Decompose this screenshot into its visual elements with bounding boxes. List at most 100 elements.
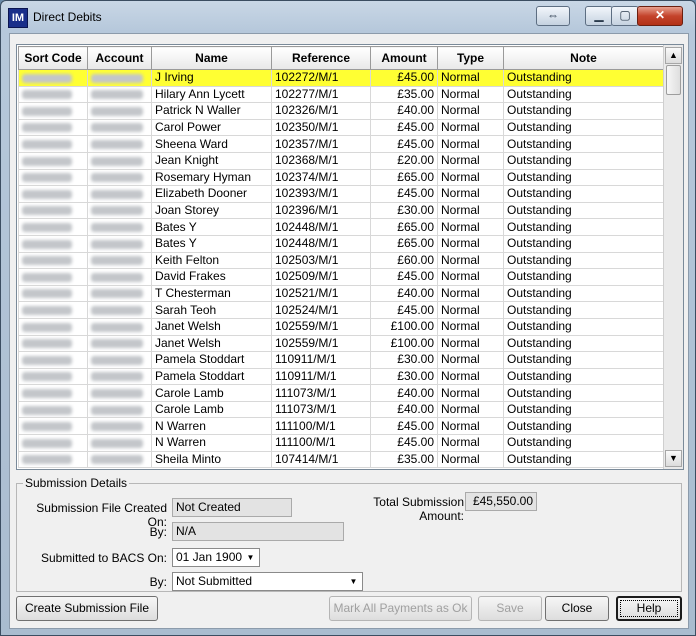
minimize-button[interactable]: ▁ bbox=[585, 6, 613, 26]
note-cell: Outstanding bbox=[503, 268, 664, 286]
column-header-account[interactable]: Account bbox=[87, 46, 152, 70]
sort-code-cell bbox=[18, 69, 88, 87]
create-submission-file-button[interactable]: Create Submission File bbox=[16, 596, 158, 621]
table-row[interactable]: Janet Welsh 102559/M/1 £100.00 Normal Outsta… bbox=[18, 334, 664, 353]
table-row[interactable]: Keith Felton 102503/M/1 £60.00 Normal Outsta… bbox=[18, 251, 664, 270]
amount-cell: £45.00 bbox=[370, 268, 438, 286]
column-header-type[interactable]: Type bbox=[437, 46, 504, 70]
redacted-value bbox=[91, 222, 143, 232]
file-created-field: Not Created bbox=[172, 498, 292, 517]
chevron-down-icon[interactable]: ▼ bbox=[346, 574, 361, 589]
table-row[interactable]: Bates Y 102448/M/1 £65.00 Normal Outstanding bbox=[18, 234, 664, 253]
submitted-on-datepicker[interactable]: 01 Jan 1900 ▼ bbox=[172, 548, 260, 567]
table-row[interactable]: Carol Power 102350/M/1 £45.00 Normal Outstan… bbox=[18, 118, 664, 137]
column-header-sort-code[interactable]: Sort Code bbox=[18, 46, 88, 70]
redacted-value bbox=[22, 339, 72, 349]
note-cell: Outstanding bbox=[503, 317, 664, 336]
account-cell bbox=[87, 102, 152, 120]
table-row[interactable]: T Chesterman 102521/M/1 £40.00 Normal Outsta… bbox=[18, 284, 664, 303]
table-row[interactable]: J Irving 102272/M/1 £45.00 Normal Outstandin… bbox=[18, 69, 664, 87]
table-row[interactable]: Rosemary Hyman 102374/M/1 £65.00 Normal Outs… bbox=[18, 168, 664, 187]
redacted-value bbox=[22, 422, 72, 432]
amount-cell: £30.00 bbox=[370, 367, 438, 386]
chevron-down-icon[interactable]: ▼ bbox=[243, 550, 258, 565]
redacted-value bbox=[22, 206, 72, 216]
redacted-value bbox=[91, 355, 143, 365]
sort-code-cell bbox=[18, 417, 88, 436]
table-row[interactable]: Elizabeth Dooner 102393/M/1 £45.00 Normal Ou… bbox=[18, 185, 664, 203]
scroll-up-arrow-icon[interactable]: ▲ bbox=[665, 47, 682, 64]
reference-cell: 102509/M/1 bbox=[271, 268, 371, 286]
close-icon: ✕ bbox=[654, 8, 666, 22]
submitted-by-dropdown[interactable]: Not Submitted ▼ bbox=[172, 572, 363, 591]
column-header-amount[interactable]: Amount bbox=[370, 46, 438, 70]
table-row[interactable]: Sheena Ward 102357/M/1 £45.00 Normal Outstan… bbox=[18, 135, 664, 153]
sort-code-cell bbox=[18, 317, 88, 336]
close-button[interactable]: Close bbox=[545, 596, 609, 621]
table-row[interactable]: David Frakes 102509/M/1 £45.00 Normal Outsta… bbox=[18, 268, 664, 286]
amount-cell: £30.00 bbox=[370, 201, 438, 220]
note-cell: Outstanding bbox=[503, 351, 664, 369]
column-header-name[interactable]: Name bbox=[151, 46, 272, 70]
name-cell: Elizabeth Dooner bbox=[151, 185, 272, 203]
redacted-value bbox=[91, 206, 143, 216]
close-window-button[interactable]: ✕ bbox=[637, 6, 683, 26]
swap-window-button[interactable]: ⇔ bbox=[536, 6, 570, 26]
table-row[interactable]: Pamela Stoddart 110911/M/1 £30.00 Normal Out… bbox=[18, 351, 664, 369]
table-row[interactable]: Hilary Ann Lycett 102277/M/1 £35.00 Normal O… bbox=[18, 85, 664, 104]
table-row[interactable]: N Warren 111100/M/1 £45.00 Normal Outstandin… bbox=[18, 417, 664, 436]
save-button[interactable]: Save bbox=[478, 596, 542, 621]
redacted-value bbox=[91, 405, 143, 415]
redacted-value bbox=[91, 189, 143, 199]
sort-code-cell bbox=[18, 400, 88, 419]
mark-all-payments-ok-button[interactable]: Mark All Payments as Ok bbox=[329, 596, 472, 621]
vertical-scrollbar[interactable]: ▲ ▼ bbox=[663, 45, 683, 469]
table-row[interactable]: N Warren 111100/M/1 £45.00 Normal Outstandin… bbox=[18, 434, 664, 452]
amount-cell: £30.00 bbox=[370, 351, 438, 369]
table-row[interactable]: Carole Lamb 111073/M/1 £40.00 Normal Outstan… bbox=[18, 384, 664, 402]
reference-cell: 102448/M/1 bbox=[271, 234, 371, 253]
name-cell: Hilary Ann Lycett bbox=[151, 85, 272, 104]
reference-cell: 111100/M/1 bbox=[271, 434, 371, 452]
title-bar[interactable]: IM Direct Debits ⇔ ▁ ▢ ✕ bbox=[1, 1, 695, 33]
account-cell bbox=[87, 251, 152, 270]
table-row[interactable]: Pamela Stoddart 110911/M/1 £30.00 Normal Out… bbox=[18, 367, 664, 386]
table-row[interactable]: Janet Welsh 102559/M/1 £100.00 Normal Outsta… bbox=[18, 317, 664, 336]
direct-debits-grid[interactable]: Sort Code Account Name Reference Amount … bbox=[16, 44, 684, 470]
account-cell bbox=[87, 151, 152, 170]
amount-cell: £60.00 bbox=[370, 251, 438, 270]
sort-code-cell bbox=[18, 218, 88, 236]
table-row[interactable]: Joan Storey 102396/M/1 £30.00 Normal Outstan… bbox=[18, 201, 664, 220]
help-button[interactable]: Help bbox=[616, 596, 682, 621]
note-cell: Outstanding bbox=[503, 301, 664, 319]
minimize-icon: ▁ bbox=[594, 8, 604, 22]
direct-debits-window: IM Direct Debits ⇔ ▁ ▢ ✕ Sort Code Accou… bbox=[0, 0, 696, 636]
amount-cell: £65.00 bbox=[370, 168, 438, 187]
type-cell: Normal bbox=[437, 201, 504, 220]
redacted-value bbox=[91, 372, 143, 382]
note-cell: Outstanding bbox=[503, 118, 664, 137]
table-row[interactable]: Sarah Teoh 102524/M/1 £45.00 Normal Outstand… bbox=[18, 301, 664, 319]
table-row[interactable]: Jean Knight 102368/M/1 £20.00 Normal Outstan… bbox=[18, 151, 664, 170]
table-row[interactable]: Patrick N Waller 102326/M/1 £40.00 Normal Ou… bbox=[18, 102, 664, 120]
redacted-value bbox=[91, 339, 143, 349]
maximize-button[interactable]: ▢ bbox=[611, 6, 639, 26]
amount-cell: £100.00 bbox=[370, 334, 438, 353]
redacted-value bbox=[91, 123, 143, 133]
reference-cell: 111073/M/1 bbox=[271, 400, 371, 419]
amount-cell: £35.00 bbox=[370, 85, 438, 104]
note-cell: Outstanding bbox=[503, 201, 664, 220]
name-cell: Sarah Teoh bbox=[151, 301, 272, 319]
table-row[interactable]: Bates Y 102448/M/1 £65.00 Normal Outstanding bbox=[18, 218, 664, 236]
scroll-thumb[interactable] bbox=[666, 65, 681, 95]
table-row[interactable]: Sheila Minto 107414/M/1 £35.00 Normal Outsta… bbox=[18, 450, 664, 469]
scroll-down-arrow-icon[interactable]: ▼ bbox=[665, 450, 682, 467]
account-cell bbox=[87, 284, 152, 303]
column-header-note[interactable]: Note bbox=[503, 46, 664, 70]
sort-code-cell bbox=[18, 151, 88, 170]
type-cell: Normal bbox=[437, 234, 504, 253]
redacted-value bbox=[91, 106, 143, 116]
table-row[interactable]: Carole Lamb 111073/M/1 £40.00 Normal Outstan… bbox=[18, 400, 664, 419]
column-header-reference[interactable]: Reference bbox=[271, 46, 371, 70]
note-cell: Outstanding bbox=[503, 185, 664, 203]
